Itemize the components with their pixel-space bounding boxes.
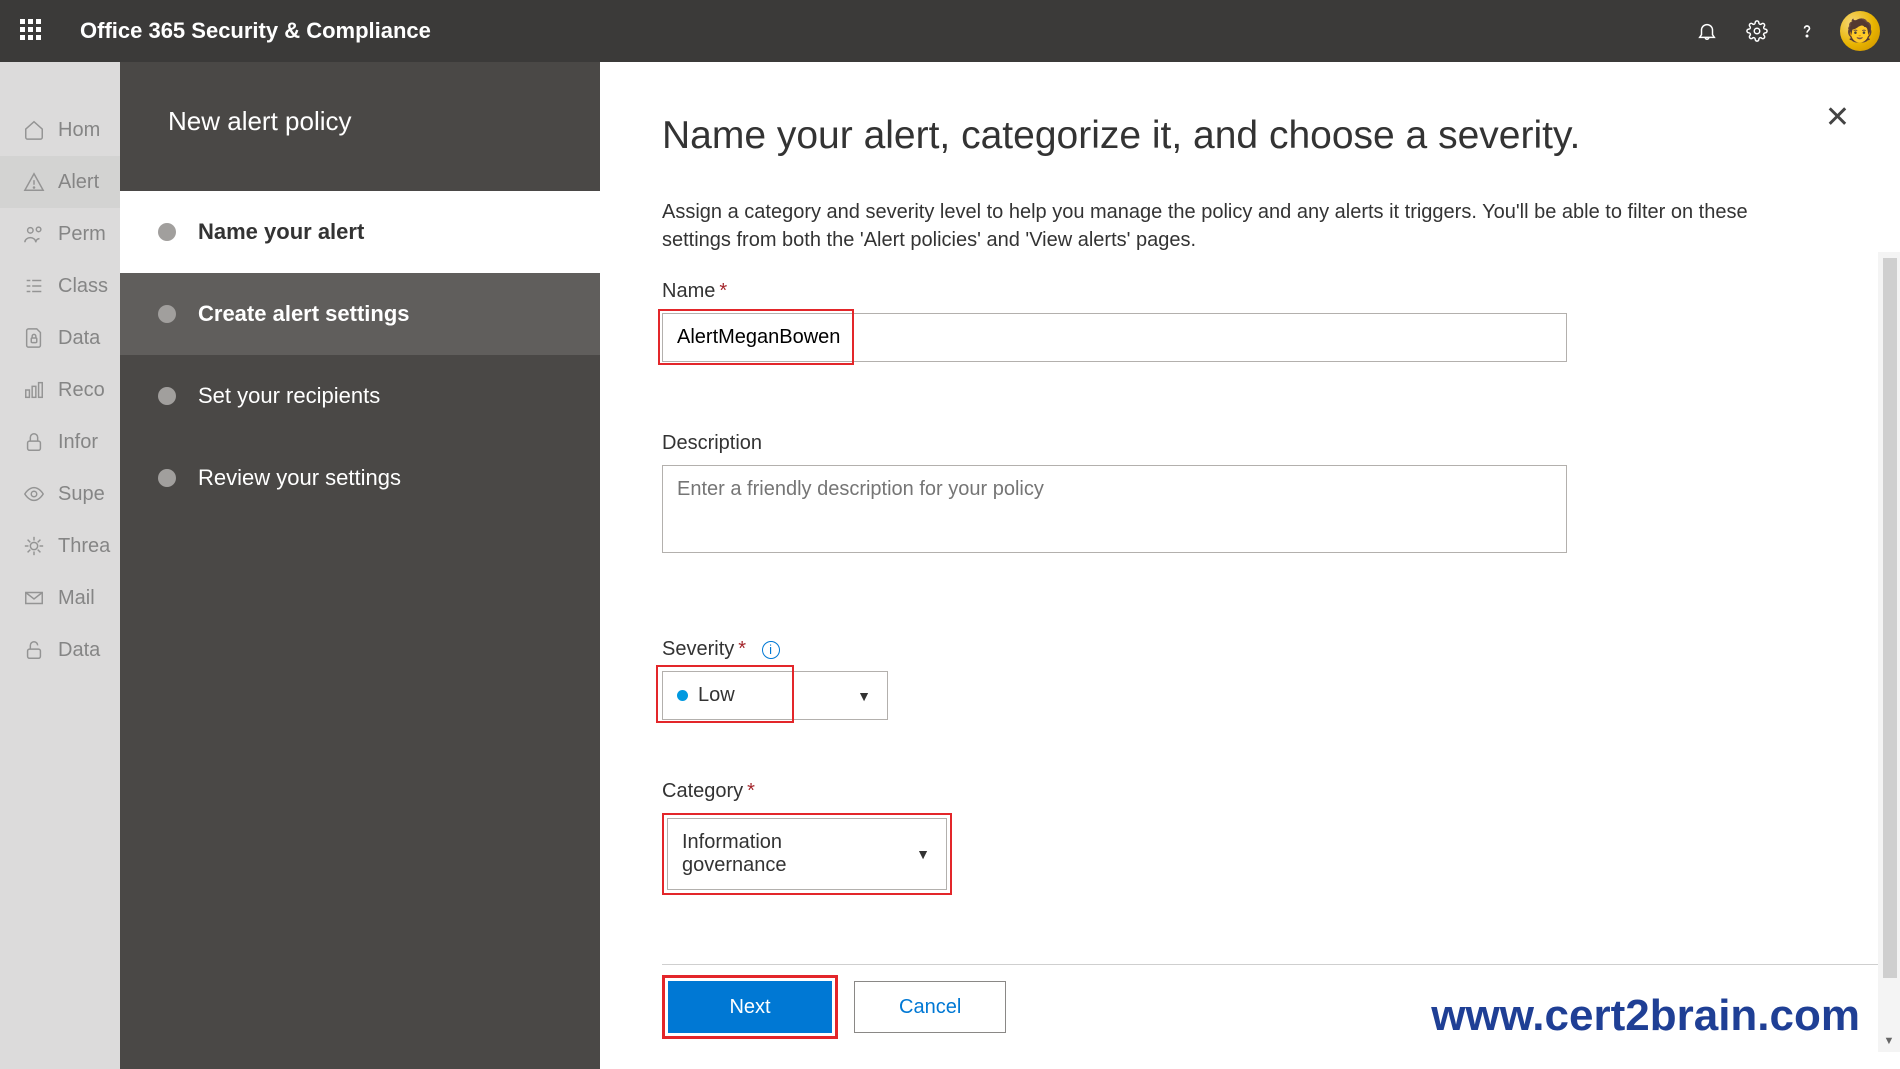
nav-label: Alert bbox=[58, 171, 99, 194]
home-icon bbox=[22, 118, 46, 142]
watermark-text: www.cert2brain.com bbox=[1431, 991, 1860, 1041]
nav-item-threat[interactable]: Threa bbox=[0, 520, 120, 572]
nav-label: Supe bbox=[58, 483, 105, 506]
user-avatar[interactable]: 🧑 bbox=[1840, 11, 1880, 51]
nav-item-supervision[interactable]: Supe bbox=[0, 468, 120, 520]
wizard-step-create-settings[interactable]: Create alert settings bbox=[120, 273, 600, 355]
divider bbox=[662, 964, 1878, 965]
nav-label: Data bbox=[58, 327, 100, 350]
step-label: Create alert settings bbox=[198, 301, 410, 327]
severity-dot-icon bbox=[677, 690, 688, 701]
next-button[interactable]: Next bbox=[668, 981, 832, 1033]
page-heading: Name your alert, categorize it, and choo… bbox=[662, 108, 1840, 158]
info-icon[interactable]: i bbox=[762, 641, 780, 659]
privacy-icon bbox=[22, 638, 46, 662]
nav-label: Infor bbox=[58, 431, 98, 454]
nav-label: Class bbox=[58, 275, 108, 298]
lock-icon bbox=[22, 430, 46, 454]
chevron-down-icon: ▼ bbox=[900, 846, 946, 862]
left-navigation: Hom Alert Perm Class Data Reco Infor Su bbox=[0, 62, 120, 1069]
step-dot-icon bbox=[158, 305, 176, 323]
notifications-icon[interactable] bbox=[1682, 6, 1732, 56]
step-label: Name your alert bbox=[198, 219, 364, 245]
severity-label: Severity* i bbox=[662, 638, 1840, 661]
step-dot-icon bbox=[158, 469, 176, 487]
top-bar: Office 365 Security & Compliance 🧑 bbox=[0, 0, 1900, 62]
nav-item-mail[interactable]: Mail bbox=[0, 572, 120, 624]
nav-item-data-privacy[interactable]: Data bbox=[0, 624, 120, 676]
chevron-down-icon: ▼ bbox=[841, 688, 887, 704]
permissions-icon bbox=[22, 222, 46, 246]
scroll-down-icon[interactable]: ▼ bbox=[1878, 1030, 1900, 1052]
data-loss-icon bbox=[22, 326, 46, 350]
nav-label: Reco bbox=[58, 379, 105, 402]
step-label: Review your settings bbox=[198, 465, 401, 491]
severity-value: Low bbox=[698, 684, 735, 707]
severity-dropdown[interactable]: Low ▼ bbox=[662, 671, 888, 720]
nav-item-permissions[interactable]: Perm bbox=[0, 208, 120, 260]
step-dot-icon bbox=[158, 223, 176, 241]
nav-label: Hom bbox=[58, 119, 100, 142]
description-input[interactable] bbox=[662, 465, 1567, 553]
cancel-button[interactable]: Cancel bbox=[854, 981, 1006, 1033]
page-subtext: Assign a category and severity level to … bbox=[662, 198, 1812, 254]
app-launcher-icon[interactable] bbox=[20, 19, 44, 43]
records-icon bbox=[22, 378, 46, 402]
nav-item-records[interactable]: Reco bbox=[0, 364, 120, 416]
nav-item-home[interactable]: Hom bbox=[0, 104, 120, 156]
category-dropdown[interactable]: Information governance ▼ bbox=[667, 818, 947, 890]
step-label: Set your recipients bbox=[198, 383, 380, 409]
nav-label: Threa bbox=[58, 535, 110, 558]
name-label: Name* bbox=[662, 280, 1840, 303]
nav-item-alerts[interactable]: Alert bbox=[0, 156, 120, 208]
app-title: Office 365 Security & Compliance bbox=[80, 18, 431, 44]
footer-actions: Next Cancel bbox=[662, 975, 1006, 1039]
nav-label: Perm bbox=[58, 223, 106, 246]
settings-icon[interactable] bbox=[1732, 6, 1782, 56]
category-value: Information governance bbox=[682, 831, 886, 877]
close-icon[interactable]: ✕ bbox=[1815, 90, 1860, 145]
wizard-step-name-alert[interactable]: Name your alert bbox=[120, 191, 600, 273]
classification-icon bbox=[22, 274, 46, 298]
category-label: Category* bbox=[662, 780, 1840, 803]
nav-label: Mail bbox=[58, 587, 95, 610]
wizard-steps-panel: New alert policy Name your alert Create … bbox=[120, 62, 600, 1069]
eye-icon bbox=[22, 482, 46, 506]
nav-item-information[interactable]: Infor bbox=[0, 416, 120, 468]
threat-icon bbox=[22, 534, 46, 558]
description-label: Description bbox=[662, 432, 1840, 455]
wizard-title: New alert policy bbox=[120, 62, 600, 191]
step-dot-icon bbox=[158, 387, 176, 405]
alert-icon bbox=[22, 170, 46, 194]
name-input[interactable] bbox=[662, 313, 1567, 362]
mail-icon bbox=[22, 586, 46, 610]
content-panel: ✕ Name your alert, categorize it, and ch… bbox=[600, 62, 1900, 1069]
nav-label: Data bbox=[58, 639, 100, 662]
wizard-step-review-settings[interactable]: Review your settings bbox=[120, 437, 600, 519]
nav-item-data-loss[interactable]: Data bbox=[0, 312, 120, 364]
highlight-box: Next bbox=[662, 975, 838, 1039]
wizard-step-set-recipients[interactable]: Set your recipients bbox=[120, 355, 600, 437]
highlight-box: Information governance ▼ bbox=[662, 813, 952, 895]
help-icon[interactable] bbox=[1782, 6, 1832, 56]
scrollbar-thumb[interactable] bbox=[1883, 258, 1897, 978]
nav-item-classifications[interactable]: Class bbox=[0, 260, 120, 312]
